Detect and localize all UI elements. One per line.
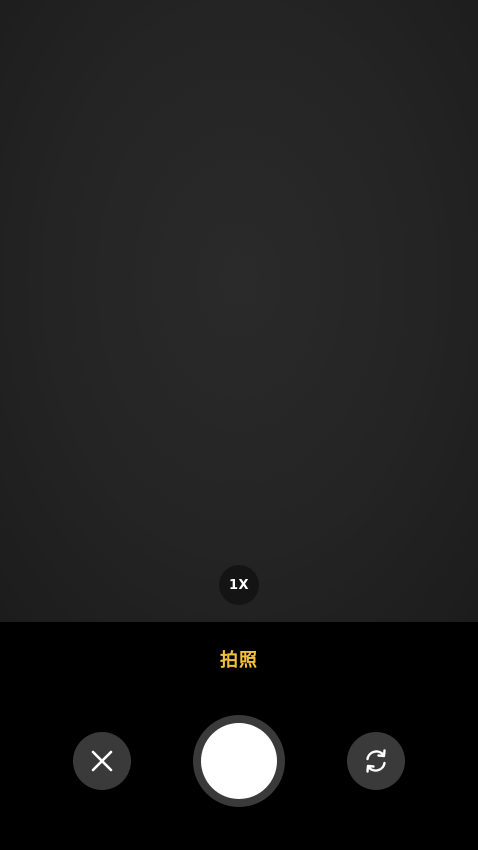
switch-camera-icon — [361, 746, 391, 776]
switch-camera-button[interactable] — [347, 732, 405, 790]
camera-viewfinder[interactable]: 1X — [0, 0, 478, 622]
zoom-label: 1X — [228, 577, 250, 593]
camera-screen: 1X 拍照 — [0, 0, 478, 850]
camera-controls: 拍照 — [0, 622, 478, 850]
shutter-inner — [201, 723, 277, 799]
close-icon — [89, 748, 115, 774]
shutter-button[interactable] — [193, 715, 285, 807]
mode-photo-tab[interactable]: 拍照 — [0, 646, 478, 672]
close-button[interactable] — [73, 732, 131, 790]
zoom-button[interactable]: 1X — [219, 565, 259, 605]
